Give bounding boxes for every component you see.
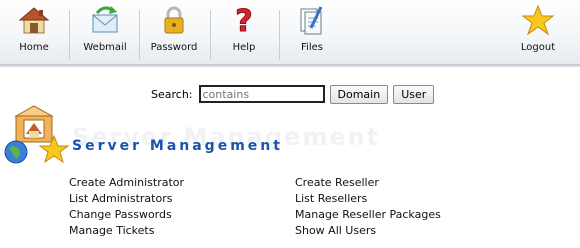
link-create-administrator[interactable]: Create Administrator <box>69 175 184 191</box>
home-icon <box>18 7 50 34</box>
toolbar-divider <box>210 10 211 60</box>
webmail-icon <box>92 6 118 33</box>
logout-button[interactable]: Logout <box>516 4 560 62</box>
help-button[interactable]: ? Help <box>222 4 266 62</box>
search-bar: Search: Domain User <box>151 84 435 104</box>
link-show-all-users[interactable]: Show All Users <box>295 223 441 239</box>
link-manage-tickets[interactable]: Manage Tickets <box>69 223 184 239</box>
help-label: Help <box>232 42 256 53</box>
webmail-button[interactable]: Webmail <box>78 4 132 62</box>
toolbar-divider <box>139 10 140 60</box>
domain-button[interactable]: Domain <box>329 84 389 104</box>
lock-icon <box>164 6 184 34</box>
section-title: Server Management <box>72 138 283 154</box>
password-label: Password <box>150 42 198 53</box>
files-button[interactable]: Files <box>290 4 334 62</box>
links-right-column: Create Reseller List Resellers Manage Re… <box>295 175 441 239</box>
user-button[interactable]: User <box>393 84 435 104</box>
star-icon <box>521 4 555 36</box>
files-icon <box>300 6 323 35</box>
logout-label: Logout <box>520 42 556 53</box>
link-manage-reseller-packages[interactable]: Manage Reseller Packages <box>295 207 441 223</box>
toolbar: Home Webmail Password ? Help Files Logou… <box>0 0 580 66</box>
svg-text:?: ? <box>235 4 252 36</box>
link-list-administrators[interactable]: List Administrators <box>69 191 184 207</box>
search-input[interactable] <box>198 85 325 103</box>
home-label: Home <box>19 42 49 53</box>
home-button[interactable]: Home <box>8 4 60 62</box>
links-left-column: Create Administrator List Administrators… <box>69 175 184 239</box>
link-create-reseller[interactable]: Create Reseller <box>295 175 441 191</box>
webmail-label: Webmail <box>83 42 127 53</box>
password-button[interactable]: Password <box>147 4 201 62</box>
search-label: Search: <box>151 87 193 101</box>
toolbar-divider <box>69 10 70 60</box>
server-management-icon <box>2 104 70 174</box>
files-label: Files <box>301 42 323 53</box>
help-icon: ? <box>235 4 253 36</box>
link-change-passwords[interactable]: Change Passwords <box>69 207 184 223</box>
link-list-resellers[interactable]: List Resellers <box>295 191 441 207</box>
toolbar-border <box>0 64 580 67</box>
toolbar-divider <box>279 10 280 60</box>
